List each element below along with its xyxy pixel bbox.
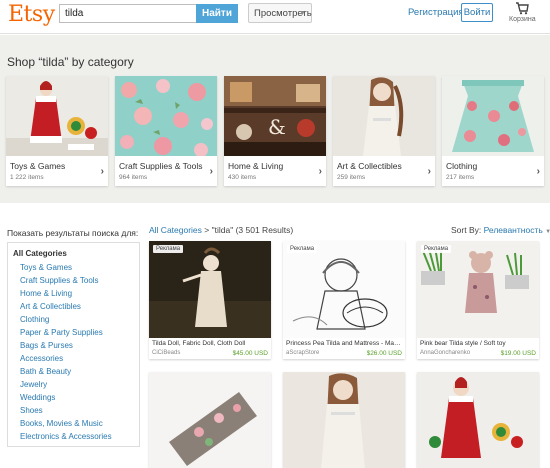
category-filter-list: All Categories Toys & Games Craft Suppli… bbox=[7, 242, 140, 447]
listing-price: $19.00 USD bbox=[500, 350, 536, 357]
category-image bbox=[115, 76, 217, 156]
cart-button[interactable]: Корзина bbox=[509, 2, 536, 30]
ad-badge: Реклама bbox=[153, 245, 184, 253]
category-name: Home & Living bbox=[228, 161, 284, 171]
filter-item[interactable]: Art & Collectibles bbox=[13, 300, 139, 313]
filter-item[interactable]: Electronics & Accessories bbox=[13, 430, 139, 443]
filter-item[interactable]: Jewelry bbox=[13, 378, 139, 391]
sort-value[interactable]: Релевантность bbox=[484, 225, 543, 235]
filter-item[interactable]: Bath & Beauty bbox=[13, 365, 139, 378]
category-card-toys-games[interactable]: Toys & Games 1 222 items › bbox=[6, 76, 108, 186]
breadcrumb-results: > "tilda" (3 501 Results) bbox=[201, 225, 294, 235]
listing-price: $45.00 USD bbox=[232, 350, 268, 357]
listing-card[interactable]: Реклама Tilda Doll, Fabric Doll, Cloth D… bbox=[149, 241, 271, 359]
category-name: Craft Supplies & Tools bbox=[119, 161, 203, 171]
category-name: Toys & Games bbox=[10, 161, 66, 171]
listing-card[interactable] bbox=[417, 372, 539, 468]
register-link[interactable]: Регистрация bbox=[408, 7, 464, 18]
listing-title[interactable]: Princess Pea Tilda and Mattress - Mag... bbox=[286, 340, 402, 347]
site-header: Etsy Найти Просмотреть ▼ Регистрация Вой… bbox=[0, 0, 550, 34]
listing-card[interactable] bbox=[149, 372, 271, 468]
category-name: Art & Collectibles bbox=[337, 161, 402, 171]
category-count: 964 items bbox=[119, 174, 148, 181]
filter-item[interactable]: Books, Movies & Music bbox=[13, 417, 139, 430]
listing-card[interactable]: Реклама Princess Pea Tilda and Mattress … bbox=[283, 241, 405, 359]
listing-card[interactable] bbox=[283, 372, 405, 468]
ad-badge: Реклама bbox=[287, 245, 318, 253]
listing-image: Реклама bbox=[417, 241, 539, 338]
category-image bbox=[6, 76, 108, 156]
category-count: 1 222 items bbox=[10, 174, 44, 181]
search-input[interactable] bbox=[60, 5, 198, 22]
category-count: 217 items bbox=[446, 174, 475, 181]
listing-shop[interactable]: AnnaGoncharenko bbox=[420, 350, 470, 356]
category-card-home-living[interactable]: & Home & Living 430 items › bbox=[224, 76, 326, 186]
category-image bbox=[442, 76, 544, 156]
filter-item[interactable]: Accessories bbox=[13, 352, 139, 365]
chevron-right-icon: › bbox=[100, 166, 104, 177]
search-box[interactable] bbox=[59, 4, 199, 23]
signin-button[interactable]: Войти bbox=[461, 3, 493, 22]
listing-card[interactable]: Реклама Pink bear Tilda style / Soft toy… bbox=[417, 241, 539, 359]
category-card-art-collectibles[interactable]: Art & Collectibles 259 items › bbox=[333, 76, 435, 186]
filter-item[interactable]: Weddings bbox=[13, 391, 139, 404]
breadcrumb: All Categories > "tilda" (3 501 Results) bbox=[149, 225, 293, 235]
listing-image bbox=[283, 372, 405, 468]
svg-text:&: & bbox=[268, 115, 286, 139]
filter-item[interactable]: Home & Living bbox=[13, 287, 139, 300]
category-name: Clothing bbox=[446, 161, 478, 171]
ad-badge: Реклама bbox=[421, 245, 452, 253]
filter-item[interactable]: Craft Supplies & Tools bbox=[13, 274, 139, 287]
filter-item[interactable]: Bags & Purses bbox=[13, 339, 139, 352]
cart-icon bbox=[516, 2, 529, 15]
listing-image bbox=[149, 372, 271, 468]
filter-label: Показать результаты поиска для: bbox=[7, 228, 139, 238]
listing-image: Реклама bbox=[283, 241, 405, 338]
listing-shop[interactable]: aScrapStore bbox=[286, 350, 319, 356]
breadcrumb-all-categories[interactable]: All Categories bbox=[149, 225, 202, 235]
listing-title[interactable]: Pink bear Tilda style / Soft toy bbox=[420, 340, 536, 347]
listing-shop[interactable]: CiCiBeads bbox=[152, 350, 180, 356]
chevron-down-icon: ▼ bbox=[299, 10, 306, 17]
filter-item[interactable]: Shoes bbox=[13, 404, 139, 417]
listing-price: $26.00 USD bbox=[366, 350, 402, 357]
listing-image: Реклама bbox=[149, 241, 271, 338]
chevron-down-icon: ▼ bbox=[545, 229, 550, 235]
category-card-craft-supplies[interactable]: Craft Supplies & Tools 964 items › bbox=[115, 76, 217, 186]
listing-title[interactable]: Tilda Doll, Fabric Doll, Cloth Doll bbox=[152, 340, 268, 347]
etsy-logo[interactable]: Etsy bbox=[8, 2, 55, 27]
sort-label: Sort By: bbox=[451, 225, 482, 235]
chevron-right-icon: › bbox=[427, 166, 431, 177]
category-image bbox=[333, 76, 435, 156]
browse-dropdown[interactable]: Просмотреть ▼ bbox=[248, 3, 312, 23]
chevron-right-icon: › bbox=[318, 166, 322, 177]
cart-label: Корзина bbox=[509, 16, 536, 23]
filter-item[interactable]: Toys & Games bbox=[13, 261, 139, 274]
sort-control[interactable]: Sort By: Релевантность ▼ bbox=[451, 225, 550, 235]
category-count: 430 items bbox=[228, 174, 257, 181]
chevron-right-icon: › bbox=[209, 166, 213, 177]
filter-all-categories[interactable]: All Categories bbox=[13, 247, 139, 261]
chevron-right-icon: › bbox=[536, 166, 540, 177]
search-button[interactable]: Найти bbox=[196, 4, 238, 23]
category-count: 259 items bbox=[337, 174, 366, 181]
filter-item[interactable]: Clothing bbox=[13, 313, 139, 326]
filter-item[interactable]: Paper & Party Supplies bbox=[13, 326, 139, 339]
category-card-clothing[interactable]: Clothing 217 items › bbox=[442, 76, 544, 186]
category-section-title: Shop “tilda” by category bbox=[7, 55, 134, 69]
category-image: & bbox=[224, 76, 326, 156]
listing-image bbox=[417, 372, 539, 468]
